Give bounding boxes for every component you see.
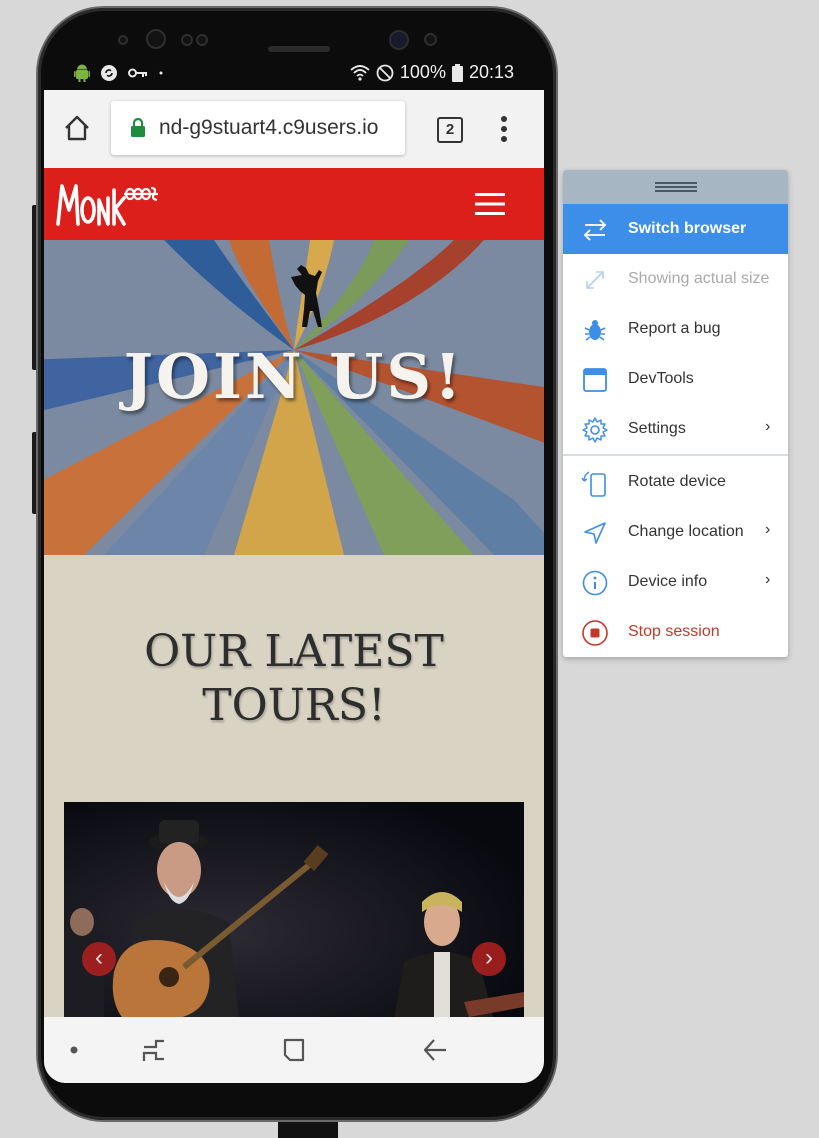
address-bar[interactable]: nd-g9stuart4.c9users.io: [111, 101, 405, 155]
phone-screen: nd-g9stuart4.c9users.io 2 JOIN US! OUR L…: [44, 90, 544, 1083]
front-camera-icon: [146, 29, 166, 49]
android-nav-bar: [44, 1017, 544, 1083]
site-header: [44, 168, 544, 240]
android-icon: [74, 64, 90, 82]
menu-label: Change location: [628, 523, 744, 540]
sensor-icon: [424, 33, 437, 46]
lock-icon: [131, 118, 145, 137]
sensor-icon: [181, 34, 193, 46]
gear-icon: [582, 417, 608, 443]
rotate-device-item[interactable]: Rotate device: [563, 457, 788, 507]
chevron-right-icon: ›: [765, 571, 771, 588]
menu-label: Device info: [628, 573, 708, 590]
handle-line: [655, 186, 697, 188]
bug-icon: [584, 320, 606, 341]
location-arrow-icon: [584, 522, 606, 544]
rotate-device-icon: [581, 471, 606, 497]
sync-icon: [101, 65, 117, 81]
device-menu-panel: Switch browser Showing actual size Repor…: [563, 170, 788, 657]
tours-heading-line2: TOURS!: [202, 680, 386, 731]
menu-label: Rotate device: [628, 473, 726, 490]
sensor-icon: [196, 34, 208, 46]
usb-cable: [278, 1118, 338, 1138]
device-info-item[interactable]: Device info ›: [563, 557, 788, 607]
key-icon: [128, 68, 147, 78]
iris-camera-icon: [389, 30, 409, 50]
switch-browser-item[interactable]: Switch browser: [563, 204, 788, 254]
chevron-right-icon: ›: [765, 521, 771, 538]
menu-label: Settings: [628, 420, 686, 437]
concert-photo: [64, 802, 524, 1020]
stop-session-item[interactable]: Stop session: [563, 607, 788, 657]
chevron-right-icon: ›: [765, 418, 771, 435]
tours-heading-line1: OUR LATEST: [144, 626, 444, 677]
actual-size-item: Showing actual size: [563, 254, 788, 304]
menu-divider: [563, 454, 788, 456]
clock: 20:13: [468, 62, 514, 82]
hamburger-menu-icon[interactable]: [474, 192, 506, 216]
menu-label: Stop session: [628, 623, 720, 640]
menu-label: Switch browser: [628, 220, 747, 237]
home-icon[interactable]: [62, 113, 92, 143]
carousel-prev-button[interactable]: ‹: [82, 942, 116, 976]
tab-switcher-button[interactable]: 2: [437, 117, 463, 143]
handle-line: [655, 182, 697, 184]
report-bug-item[interactable]: Report a bug: [563, 304, 788, 354]
hero-banner: JOIN US!: [44, 240, 544, 555]
tour-carousel-image: ‹ ›: [64, 802, 524, 1020]
back-icon[interactable]: [422, 1037, 448, 1063]
browser-toolbar: nd-g9stuart4.c9users.io 2: [44, 90, 544, 168]
drag-handle[interactable]: [563, 170, 788, 204]
battery-icon: [451, 63, 463, 82]
switch-arrows-icon: [583, 219, 607, 241]
devtools-item[interactable]: DevTools: [563, 354, 788, 404]
handle-line: [655, 190, 697, 192]
do-not-disturb-icon: [376, 64, 394, 81]
status-bar: 100% 20:13: [44, 58, 544, 90]
url-text: nd-g9stuart4.c9users.io: [159, 116, 379, 139]
stop-icon: [582, 620, 608, 646]
wifi-icon: [350, 64, 370, 81]
nav-dot-icon[interactable]: [70, 1046, 78, 1054]
window-icon: [583, 368, 607, 392]
monkees-logo[interactable]: [54, 180, 159, 228]
home-button-icon[interactable]: [282, 1037, 306, 1063]
sensor-icon: [118, 35, 128, 45]
tours-heading: OUR LATEST TOURS!: [44, 625, 544, 733]
settings-item[interactable]: Settings ›: [563, 404, 788, 454]
menu-label: DevTools: [628, 370, 694, 387]
overflow-menu-icon[interactable]: [498, 114, 510, 144]
menu-label: Report a bug: [628, 320, 721, 337]
resize-icon: [586, 271, 604, 289]
hero-title: JOIN US!: [123, 340, 465, 413]
change-location-item[interactable]: Change location ›: [563, 507, 788, 557]
dot-icon: [159, 71, 163, 75]
recent-apps-icon[interactable]: [142, 1037, 166, 1063]
info-icon: [582, 570, 608, 596]
earpiece-speaker: [268, 46, 330, 52]
battery-percent: 100%: [399, 62, 446, 82]
menu-label: Showing actual size: [628, 270, 770, 287]
carousel-next-button[interactable]: ›: [472, 942, 506, 976]
